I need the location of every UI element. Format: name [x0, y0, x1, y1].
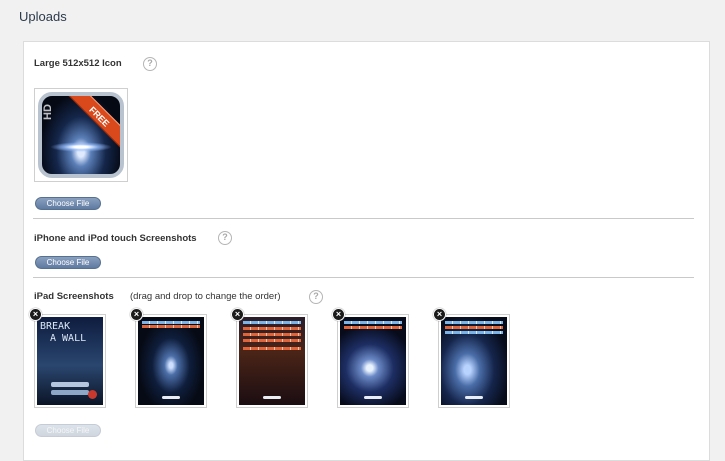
paddle: [465, 396, 483, 399]
app-icon-image: HD FREE: [38, 92, 124, 178]
divider: [33, 218, 694, 219]
menu-bar: [51, 390, 89, 395]
brick-row: [243, 321, 301, 324]
brick-row: [142, 321, 200, 324]
ipad-screenshot-thumbnail[interactable]: [135, 314, 207, 408]
menu-bar: [51, 382, 89, 387]
paddle: [364, 396, 382, 399]
brick-row: [142, 325, 200, 328]
planet-glow: [50, 142, 112, 152]
brick-row: [243, 347, 301, 350]
remove-screenshot-icon[interactable]: ×: [130, 308, 143, 321]
ipad-reorder-hint: (drag and drop to change the order): [130, 291, 281, 302]
iphone-help-icon[interactable]: ?: [218, 231, 232, 245]
brick-row: [445, 321, 503, 324]
brick-row: [445, 326, 503, 329]
large-icon-choose-file-button[interactable]: Choose File: [35, 197, 101, 210]
iphone-screenshots-label: iPhone and iPod touch Screenshots: [34, 233, 197, 244]
record-dot: [88, 390, 97, 399]
brick-row: [445, 331, 503, 334]
brick-row: [344, 326, 402, 329]
ipad-screenshot-thumbnail[interactable]: BREAK A WALL: [34, 314, 106, 408]
ipad-help-icon[interactable]: ?: [309, 290, 323, 304]
brick-row: [344, 321, 402, 324]
ipad-screenshot-thumbnail[interactable]: [236, 314, 308, 408]
screenshot-image: BREAK A WALL: [37, 317, 103, 405]
ipad-choose-file-button[interactable]: Choose File: [35, 424, 101, 437]
ipad-screenshots-label: iPad Screenshots: [34, 291, 114, 302]
brick-row: [243, 333, 301, 336]
brick-row: [243, 339, 301, 342]
screenshot-image: [340, 317, 406, 405]
screenshot-image: [239, 317, 305, 405]
paddle: [263, 396, 281, 399]
ipad-screenshot-thumbnail[interactable]: [337, 314, 409, 408]
iphone-choose-file-button[interactable]: Choose File: [35, 256, 101, 269]
screenshot-image: [441, 317, 507, 405]
remove-screenshot-icon[interactable]: ×: [29, 308, 42, 321]
title-line-1: BREAK: [40, 321, 71, 332]
ipad-screenshot-thumbnail[interactable]: [438, 314, 510, 408]
paddle: [162, 396, 180, 399]
hd-label: HD: [41, 104, 54, 120]
remove-screenshot-icon[interactable]: ×: [433, 308, 446, 321]
title-line-2: A WALL: [50, 333, 87, 344]
large-icon-label: Large 512x512 Icon: [34, 58, 122, 69]
page-title: Uploads: [19, 9, 67, 24]
brick-row: [243, 327, 301, 330]
remove-screenshot-icon[interactable]: ×: [332, 308, 345, 321]
remove-screenshot-icon[interactable]: ×: [231, 308, 244, 321]
large-icon-preview: HD FREE: [34, 88, 128, 182]
breakwall-title: BREAK A WALL: [40, 321, 86, 345]
divider: [33, 277, 694, 278]
screenshot-image: [138, 317, 204, 405]
large-icon-help-icon[interactable]: ?: [143, 57, 157, 71]
